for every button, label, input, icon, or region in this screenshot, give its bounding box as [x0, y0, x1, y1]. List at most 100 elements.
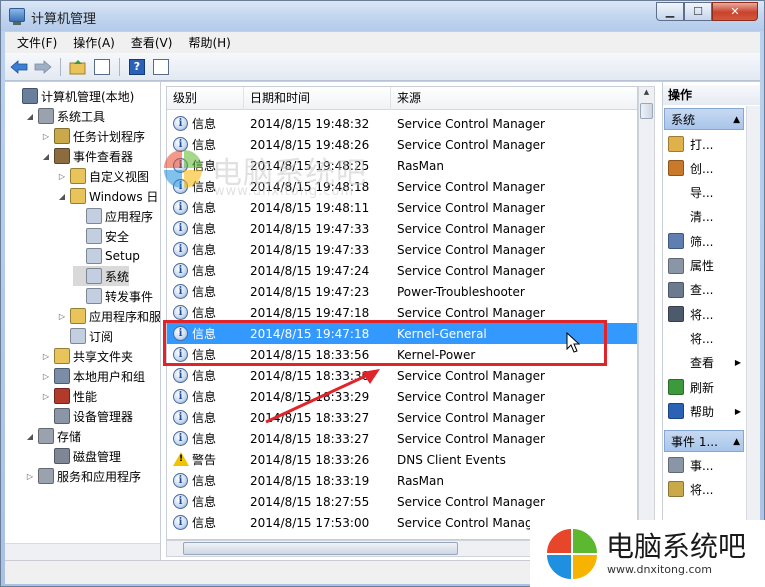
event-row[interactable]: i 信息 2014/8/15 18:33:29 Service Control Man… — [167, 386, 637, 407]
event-level: 信息 — [192, 390, 217, 404]
show-hide-action-pane-button[interactable] — [151, 57, 171, 77]
expand-arrow-icon[interactable]: ▷ — [41, 132, 51, 141]
scroll-up-icon[interactable]: ▲ — [641, 88, 652, 100]
expand-arrow-icon[interactable]: ▷ — [41, 352, 51, 361]
actions-section-event[interactable]: 事件 1... ▲ — [664, 430, 744, 452]
minimize-button[interactable]: ▁ — [656, 2, 684, 21]
collapse-arrow-icon[interactable]: ◢ — [41, 152, 51, 161]
menu-action[interactable]: 操作(A) — [65, 34, 123, 51]
event-source: RasMan — [397, 473, 444, 488]
action-item[interactable]: 查... — [663, 279, 745, 301]
action-item[interactable]: 筛... — [663, 230, 745, 252]
title-bar[interactable]: 计算机管理 ▁ ☐ ✕ — [1, 1, 764, 31]
tree-item[interactable]: ▷ 本地用户和组 — [41, 366, 145, 386]
horizontal-scroll-thumb[interactable] — [183, 542, 458, 555]
tree-item[interactable]: 磁盘管理 — [41, 446, 121, 466]
expand-arrow-icon[interactable]: ▷ — [41, 372, 51, 381]
collapse-arrow-icon[interactable]: ◢ — [25, 432, 35, 441]
actions-scrollbar[interactable] — [746, 106, 760, 560]
expand-arrow-icon[interactable]: ▷ — [57, 172, 67, 181]
tree-item[interactable]: 设备管理器 — [41, 406, 133, 426]
event-row[interactable]: i 信息 2014/8/15 19:47:24 Service Control Man… — [167, 260, 637, 281]
tree-item[interactable]: ◢ Windows 日 — [57, 186, 158, 206]
task-scheduler-icon — [54, 128, 70, 144]
tree-item[interactable]: 计算机管理(本地) — [9, 86, 134, 106]
action-label: 将... — [690, 307, 714, 322]
action-item[interactable]: 打... — [663, 133, 745, 155]
tree-item[interactable]: ◢ 系统工具 — [25, 106, 105, 126]
up-level-button[interactable] — [68, 57, 88, 77]
back-button[interactable] — [9, 57, 29, 77]
event-row[interactable]: i 信息 2014/8/15 19:47:23 Power-Troubleshoote… — [167, 281, 637, 302]
column-level[interactable]: 级别 — [167, 87, 244, 110]
tree-item[interactable]: Setup — [73, 246, 140, 266]
tree-item[interactable]: 应用程序 — [73, 206, 153, 226]
menu-file[interactable]: 文件(F) — [9, 34, 65, 51]
event-row[interactable]: i 信息 2014/8/15 18:33:19 RasMan — [167, 470, 637, 491]
expand-arrow-icon[interactable]: ▷ — [57, 312, 67, 321]
action-item[interactable]: 帮助 ▶ — [663, 400, 745, 422]
tree-item[interactable]: ▷ 自定义视图 — [57, 166, 149, 186]
menu-view[interactable]: 查看(V) — [123, 34, 181, 51]
event-row[interactable]: i 信息 2014/8/15 18:27:55 Service Control Man… — [167, 491, 637, 512]
collapse-arrow-icon[interactable]: ◢ — [25, 112, 35, 121]
tree-item[interactable]: 订阅 — [57, 326, 113, 346]
action-item[interactable]: 查看 ▶ — [663, 352, 745, 374]
tree-item[interactable]: ▷ 服务和应用程序 — [25, 466, 141, 486]
action-item[interactable]: 事... — [663, 454, 745, 476]
action-item[interactable]: 清... — [663, 206, 745, 228]
tree-item[interactable]: 安全 — [73, 226, 129, 246]
tree-item[interactable]: ▷ 共享文件夹 — [41, 346, 133, 366]
maximize-button[interactable]: ☐ — [684, 2, 712, 21]
event-date-time: 2014/8/15 17:53:00 — [250, 515, 370, 530]
forward-button[interactable] — [33, 57, 53, 77]
column-source[interactable]: 来源 — [391, 87, 637, 110]
expand-arrow-icon[interactable]: ▷ — [41, 392, 51, 401]
properties-icon — [668, 257, 684, 274]
event-row[interactable]: i 信息 2014/8/15 19:47:33 Service Control Man… — [167, 218, 637, 239]
tree-horizontal-scrollbar[interactable] — [5, 543, 160, 560]
tree-item[interactable]: 转发事件 — [73, 286, 153, 306]
action-item[interactable]: 将... — [663, 303, 745, 325]
tree-item-label: 应用程序和服 — [89, 309, 161, 324]
tree-item[interactable]: 系统 — [73, 266, 130, 286]
action-item[interactable]: 导... — [663, 182, 745, 204]
tree-item[interactable]: ▷ 任务计划程序 — [41, 126, 145, 146]
event-row[interactable]: i 信息 2014/8/15 19:47:33 Service Control Man… — [167, 239, 637, 260]
expand-arrow-icon[interactable]: ▷ — [25, 472, 35, 481]
action-spacer — [668, 209, 684, 225]
event-row[interactable]: ! 警告 2014/8/15 18:33:26 DNS Client Events — [167, 449, 637, 470]
action-item[interactable]: 将... — [663, 478, 745, 500]
help-toolbar-button[interactable]: ? — [127, 57, 147, 77]
action-item[interactable]: 刷新 — [663, 376, 745, 398]
show-hide-tree-button[interactable] — [92, 57, 112, 77]
tree-item[interactable]: ◢ 存储 — [25, 426, 81, 446]
action-item[interactable]: 属性 — [663, 255, 745, 277]
tree-item[interactable]: ▷ 性能 — [41, 386, 97, 406]
event-row[interactable]: i 信息 2014/8/15 18:33:30 Service Control Man… — [167, 365, 637, 386]
menu-bar: 文件(F) 操作(A) 查看(V) 帮助(H) — [5, 32, 760, 53]
actions-section-system[interactable]: 系统 ▲ — [664, 108, 744, 130]
action-spacer — [668, 185, 684, 201]
event-row[interactable]: i 信息 2014/8/15 18:33:27 Service Control Man… — [167, 428, 637, 449]
collapse-arrow-icon[interactable]: ◢ — [57, 192, 67, 201]
column-date-time[interactable]: 日期和时间 — [244, 87, 391, 110]
menu-help[interactable]: 帮助(H) — [180, 34, 238, 51]
window-title: 计算机管理 — [31, 12, 97, 27]
console-tree[interactable]: 计算机管理(本地) ◢ 系统工具 ▷ 任务计划程序 ◢ 事件查看器 ▷ 自定义视图 ◢ Window… — [5, 82, 161, 560]
tree-item[interactable]: ◢ 事件查看器 — [41, 146, 133, 166]
tree-item[interactable]: ▷ 应用程序和服 — [57, 306, 161, 326]
console-tree-icon — [94, 58, 110, 75]
scroll-thumb[interactable] — [640, 103, 653, 119]
event-row[interactable]: i 信息 2014/8/15 19:48:32 Service Control Man… — [167, 113, 637, 134]
event-level: 信息 — [192, 369, 217, 383]
action-item[interactable]: 将... — [663, 327, 745, 349]
event-source: Service Control Manager — [397, 494, 545, 509]
event-row[interactable]: i 信息 2014/8/15 19:48:11 Service Control Man… — [167, 197, 637, 218]
action-label: 刷新 — [690, 380, 715, 395]
event-row[interactable]: i 信息 2014/8/15 18:33:27 Service Control Man… — [167, 407, 637, 428]
tree-item-label: 系统工具 — [57, 109, 106, 124]
close-button[interactable]: ✕ — [712, 2, 758, 21]
action-item[interactable]: 创... — [663, 157, 745, 179]
event-list-vertical-scrollbar[interactable]: ▲ ▼ — [638, 86, 655, 540]
